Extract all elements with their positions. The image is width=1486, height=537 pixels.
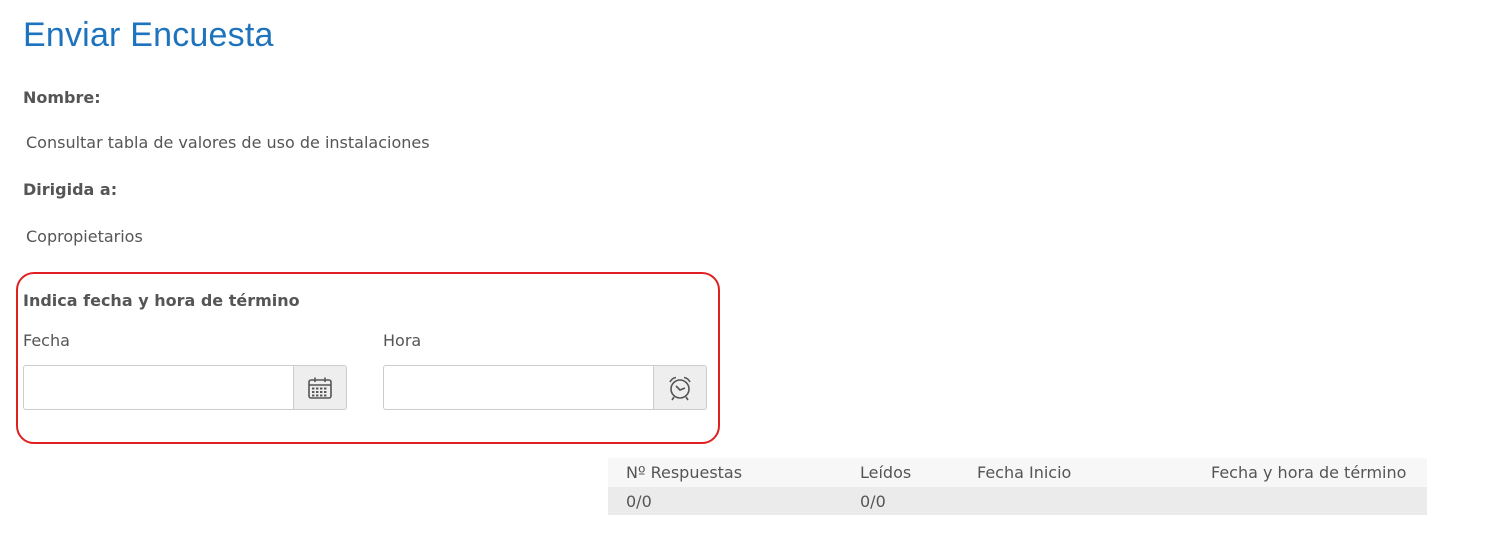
time-label: Hora bbox=[383, 331, 422, 350]
cell-end-datetime bbox=[1193, 487, 1427, 515]
clock-button[interactable] bbox=[653, 365, 707, 410]
name-value: Consultar tabla de valores de uso de ins… bbox=[26, 133, 430, 152]
page: Enviar Encuesta Nombre: Consultar tabla … bbox=[0, 0, 1486, 537]
column-header-responses: Nº Respuestas bbox=[608, 458, 842, 487]
target-label: Dirigida a: bbox=[23, 180, 118, 199]
time-input-group bbox=[383, 365, 707, 410]
end-datetime-heading: Indica fecha y hora de término bbox=[23, 291, 300, 310]
alarm-clock-icon bbox=[669, 376, 691, 400]
cell-responses: 0/0 bbox=[608, 487, 842, 515]
page-title: Enviar Encuesta bbox=[23, 16, 274, 54]
column-header-end-datetime: Fecha y hora de término bbox=[1193, 458, 1427, 487]
date-input-group bbox=[23, 365, 347, 410]
column-header-read: Leídos bbox=[842, 458, 959, 487]
cell-read: 0/0 bbox=[842, 487, 959, 515]
date-input[interactable] bbox=[23, 365, 293, 410]
time-input[interactable] bbox=[383, 365, 653, 410]
cell-start-date bbox=[959, 487, 1193, 515]
column-header-start-date: Fecha Inicio bbox=[959, 458, 1193, 487]
calendar-icon bbox=[308, 377, 332, 399]
calendar-button[interactable] bbox=[293, 365, 347, 410]
target-value: Copropietarios bbox=[26, 227, 143, 246]
stats-header-row: Nº Respuestas Leídos Fecha Inicio Fecha … bbox=[608, 458, 1427, 487]
stats-table: Nº Respuestas Leídos Fecha Inicio Fecha … bbox=[608, 458, 1427, 515]
name-label: Nombre: bbox=[23, 88, 101, 107]
date-label: Fecha bbox=[23, 331, 70, 350]
table-row: 0/0 0/0 bbox=[608, 487, 1427, 515]
